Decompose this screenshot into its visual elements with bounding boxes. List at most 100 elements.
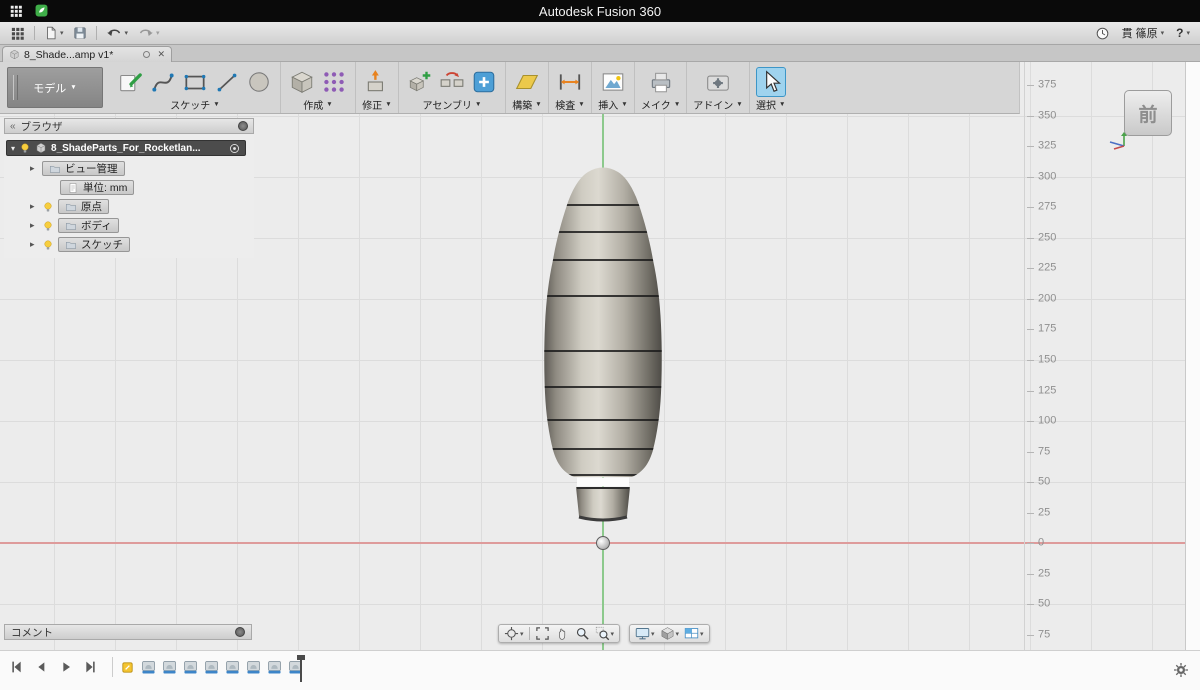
- fit-tool-button[interactable]: [533, 625, 552, 642]
- ribbon-group-dropdown[interactable]: 作成 ▼: [303, 98, 332, 112]
- save-button[interactable]: [73, 26, 87, 40]
- timeline-marker[interactable]: [118, 657, 137, 677]
- insert-tool-button[interactable]: [469, 67, 499, 97]
- divider: [528, 627, 530, 640]
- box-tool-button[interactable]: [287, 67, 317, 97]
- ribbon-group-dropdown[interactable]: メイク ▼: [641, 98, 680, 112]
- expand-arrow-icon[interactable]: ▸: [30, 220, 38, 231]
- browser-item-5[interactable]: ▸ スケッチ: [4, 235, 254, 254]
- help-menu[interactable]: ? ▾: [1176, 26, 1190, 40]
- expand-arrow-icon[interactable]: ▸: [30, 239, 38, 250]
- comments-panel[interactable]: コメント: [4, 624, 252, 640]
- feature-icon: [203, 659, 220, 676]
- panel-options-button[interactable]: [238, 121, 248, 131]
- browser-item-2[interactable]: 単位: mm: [4, 178, 254, 197]
- document-tab[interactable]: 8_Shade...amp v1* ✕: [2, 46, 172, 62]
- browser-item-3[interactable]: ▸ 原点: [4, 197, 254, 216]
- zoom-tool-button[interactable]: [573, 625, 592, 642]
- ribbon-group-dropdown[interactable]: 検査 ▼: [555, 98, 584, 112]
- app-laun`cher-button[interactable]: [10, 26, 25, 41]
- browser-item-chip[interactable]: ビュー管理: [42, 161, 125, 176]
- visual-style-tool-button[interactable]: ▾: [658, 625, 682, 642]
- browser-item-4[interactable]: ▸ ボディ: [4, 216, 254, 235]
- canvas-tool-button[interactable]: [598, 67, 628, 97]
- origin-point[interactable]: [596, 536, 610, 550]
- rectangle-tool-button[interactable]: [180, 67, 210, 97]
- pan-tool-button[interactable]: [553, 625, 572, 642]
- ruler-value: 175: [1038, 322, 1057, 335]
- browser-item-chip[interactable]: 単位: mm: [60, 180, 135, 195]
- browser-panel: « ブラウザ ▾ 8_ShadeParts_For_Rocketlan... ▸…: [4, 118, 254, 258]
- expand-arrow-icon[interactable]: ▸: [30, 163, 38, 174]
- green-app-icon[interactable]: [34, 3, 49, 18]
- timeline-feature-7[interactable]: [265, 657, 284, 677]
- skip-end-button[interactable]: [81, 657, 101, 677]
- measure-tool-button[interactable]: [555, 67, 585, 97]
- redo-button[interactable]: ▾: [137, 25, 160, 42]
- timeline-feature-5[interactable]: [223, 657, 242, 677]
- expand-arrow-icon[interactable]: ▸: [30, 201, 38, 212]
- ribbon-group-dropdown[interactable]: 修正 ▼: [362, 98, 391, 112]
- model-body[interactable]: [544, 167, 662, 478]
- file-menu-button[interactable]: ▾: [44, 26, 64, 40]
- press-pull-tool-button[interactable]: [362, 67, 392, 97]
- scrollbar-track[interactable]: [1185, 62, 1200, 650]
- skip-start-button[interactable]: [6, 657, 26, 677]
- timeline-feature-3[interactable]: [181, 657, 200, 677]
- make-tool-button[interactable]: [646, 67, 676, 97]
- timeline-cursor[interactable]: [297, 655, 305, 682]
- collapse-panel-icon[interactable]: «: [10, 121, 16, 132]
- addin-tool-button[interactable]: [703, 67, 733, 97]
- browser-root-item[interactable]: ▾ 8_ShadeParts_For_Rocketlan...: [6, 140, 246, 156]
- line-tool-button[interactable]: [212, 67, 242, 97]
- create-sketch-tool-button[interactable]: [116, 67, 146, 97]
- browser-item-chip[interactable]: ボディ: [58, 218, 119, 233]
- model-end-cap[interactable]: [576, 487, 630, 520]
- close-tab-icon[interactable]: ✕: [157, 49, 165, 60]
- ribbon-group-dropdown[interactable]: アドイン ▼: [693, 98, 742, 112]
- joint-tool-button[interactable]: [437, 67, 467, 97]
- browser-item-chip[interactable]: スケッチ: [58, 237, 130, 252]
- panel-options-button[interactable]: [235, 627, 245, 637]
- bulb-icon[interactable]: [19, 142, 31, 154]
- workspace-switcher[interactable]: モデル ▼: [7, 67, 103, 108]
- pattern-tool-button[interactable]: [319, 67, 349, 97]
- timeline-feature-4[interactable]: [202, 657, 221, 677]
- display-tool-button[interactable]: ▾: [633, 625, 657, 642]
- undo-button[interactable]: ▾: [106, 25, 128, 42]
- step-back-button[interactable]: [31, 657, 51, 677]
- ribbon-group-dropdown[interactable]: アセンブリ ▼: [423, 98, 482, 112]
- ribbon-group-dropdown[interactable]: スケッチ ▼: [170, 98, 219, 112]
- bulb-icon[interactable]: [42, 201, 54, 213]
- spline-tool-button[interactable]: [148, 67, 178, 97]
- timeline-feature-8[interactable]: [286, 657, 305, 677]
- bulb-icon[interactable]: [42, 239, 54, 251]
- app-grid-icon[interactable]: [9, 4, 23, 18]
- orbit-tool-button[interactable]: ▾: [502, 625, 526, 642]
- viewports-tool-button[interactable]: ▾: [682, 625, 706, 642]
- new-component-tool-button[interactable]: [405, 67, 435, 97]
- expand-arrow-icon[interactable]: ▾: [11, 144, 15, 153]
- document-tab-label: 8_Shade...amp v1*: [24, 48, 114, 61]
- play-button[interactable]: [56, 657, 76, 677]
- user-menu[interactable]: 貫 篠原 ▾: [1122, 25, 1165, 41]
- browser-item-chip[interactable]: 原点: [58, 199, 109, 214]
- zoom-window-tool-button[interactable]: ▾: [593, 625, 617, 642]
- lampshade-model[interactable]: [515, 165, 691, 533]
- browser-item-1[interactable]: ▸ ビュー管理: [4, 159, 254, 178]
- select-tool-button[interactable]: [755, 66, 786, 97]
- browser-header[interactable]: « ブラウザ: [4, 118, 254, 134]
- timeline-feature-1[interactable]: [139, 657, 158, 677]
- bulb-icon[interactable]: [42, 220, 54, 232]
- axis-triad-icon: [1109, 132, 1127, 150]
- ribbon-group-dropdown[interactable]: 選択 ▼: [756, 98, 785, 112]
- timeline-feature-2[interactable]: [160, 657, 179, 677]
- plane-tool-button[interactable]: [512, 67, 542, 97]
- timeline-feature-6[interactable]: [244, 657, 263, 677]
- clock-icon[interactable]: [1095, 26, 1110, 41]
- activate-component-icon[interactable]: [228, 142, 241, 155]
- circle-tool-button[interactable]: [244, 67, 274, 97]
- timeline-settings-gear-icon[interactable]: [1173, 662, 1189, 678]
- ribbon-group-dropdown[interactable]: 構築 ▼: [512, 98, 541, 112]
- ribbon-group-dropdown[interactable]: 挿入 ▼: [598, 98, 627, 112]
